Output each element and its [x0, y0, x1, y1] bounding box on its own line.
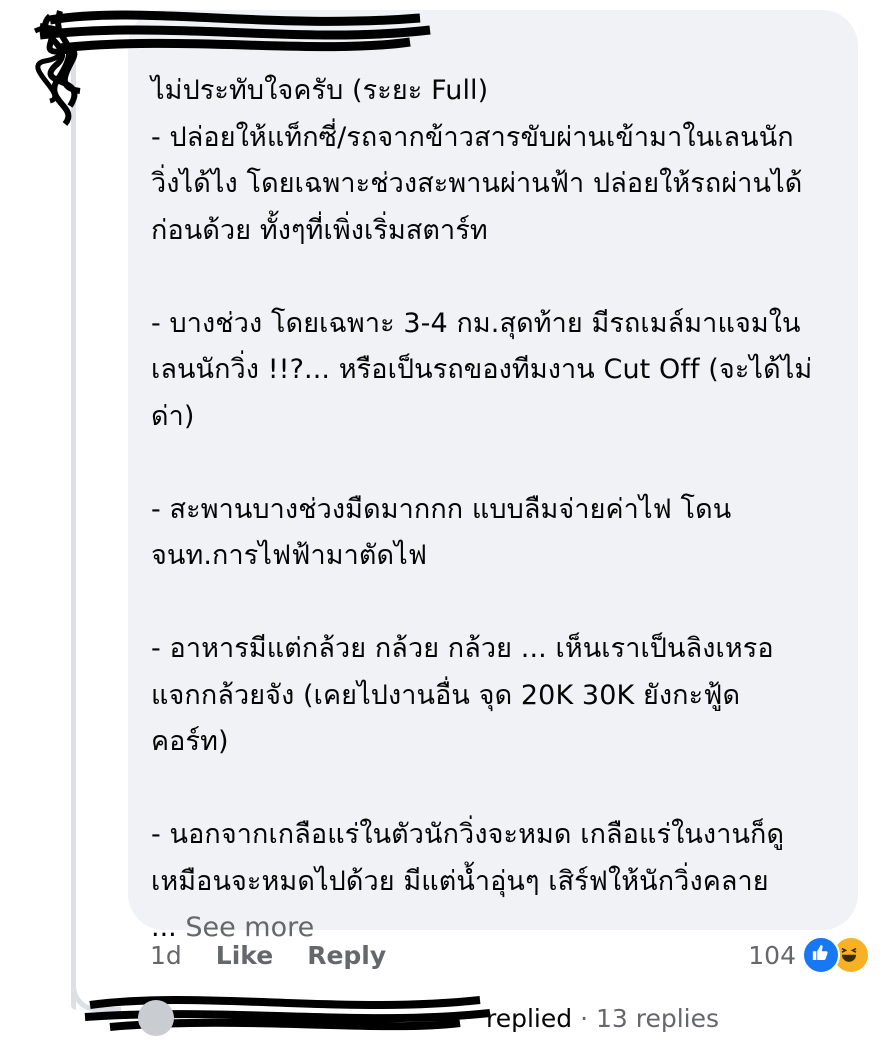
like-reaction-icon: [802, 936, 840, 974]
reply-avatar: [138, 1000, 174, 1036]
replies-count[interactable]: 13 replies: [596, 1004, 719, 1033]
timestamp[interactable]: 1d: [150, 941, 182, 970]
replied-label: replied: [486, 1003, 573, 1033]
separator: ·: [572, 1003, 596, 1033]
comment-text: ไม่ประทับใจครับ (ระยะ Full) - ปล่อยให้แท…: [151, 75, 813, 897]
comment-bubble: ไม่ประทับใจครับ (ระยะ Full) - ปล่อยให้แท…: [128, 10, 858, 943]
redacted-name[interactable]: [20, 0, 440, 60]
thread-line: [71, 60, 76, 1010]
reply-button[interactable]: Reply: [307, 941, 386, 970]
reaction-count: 104: [748, 940, 796, 970]
view-replies[interactable]: replied · 13 replies: [100, 996, 719, 1040]
like-button[interactable]: Like: [216, 941, 273, 970]
reactions-summary[interactable]: 104: [748, 936, 870, 974]
